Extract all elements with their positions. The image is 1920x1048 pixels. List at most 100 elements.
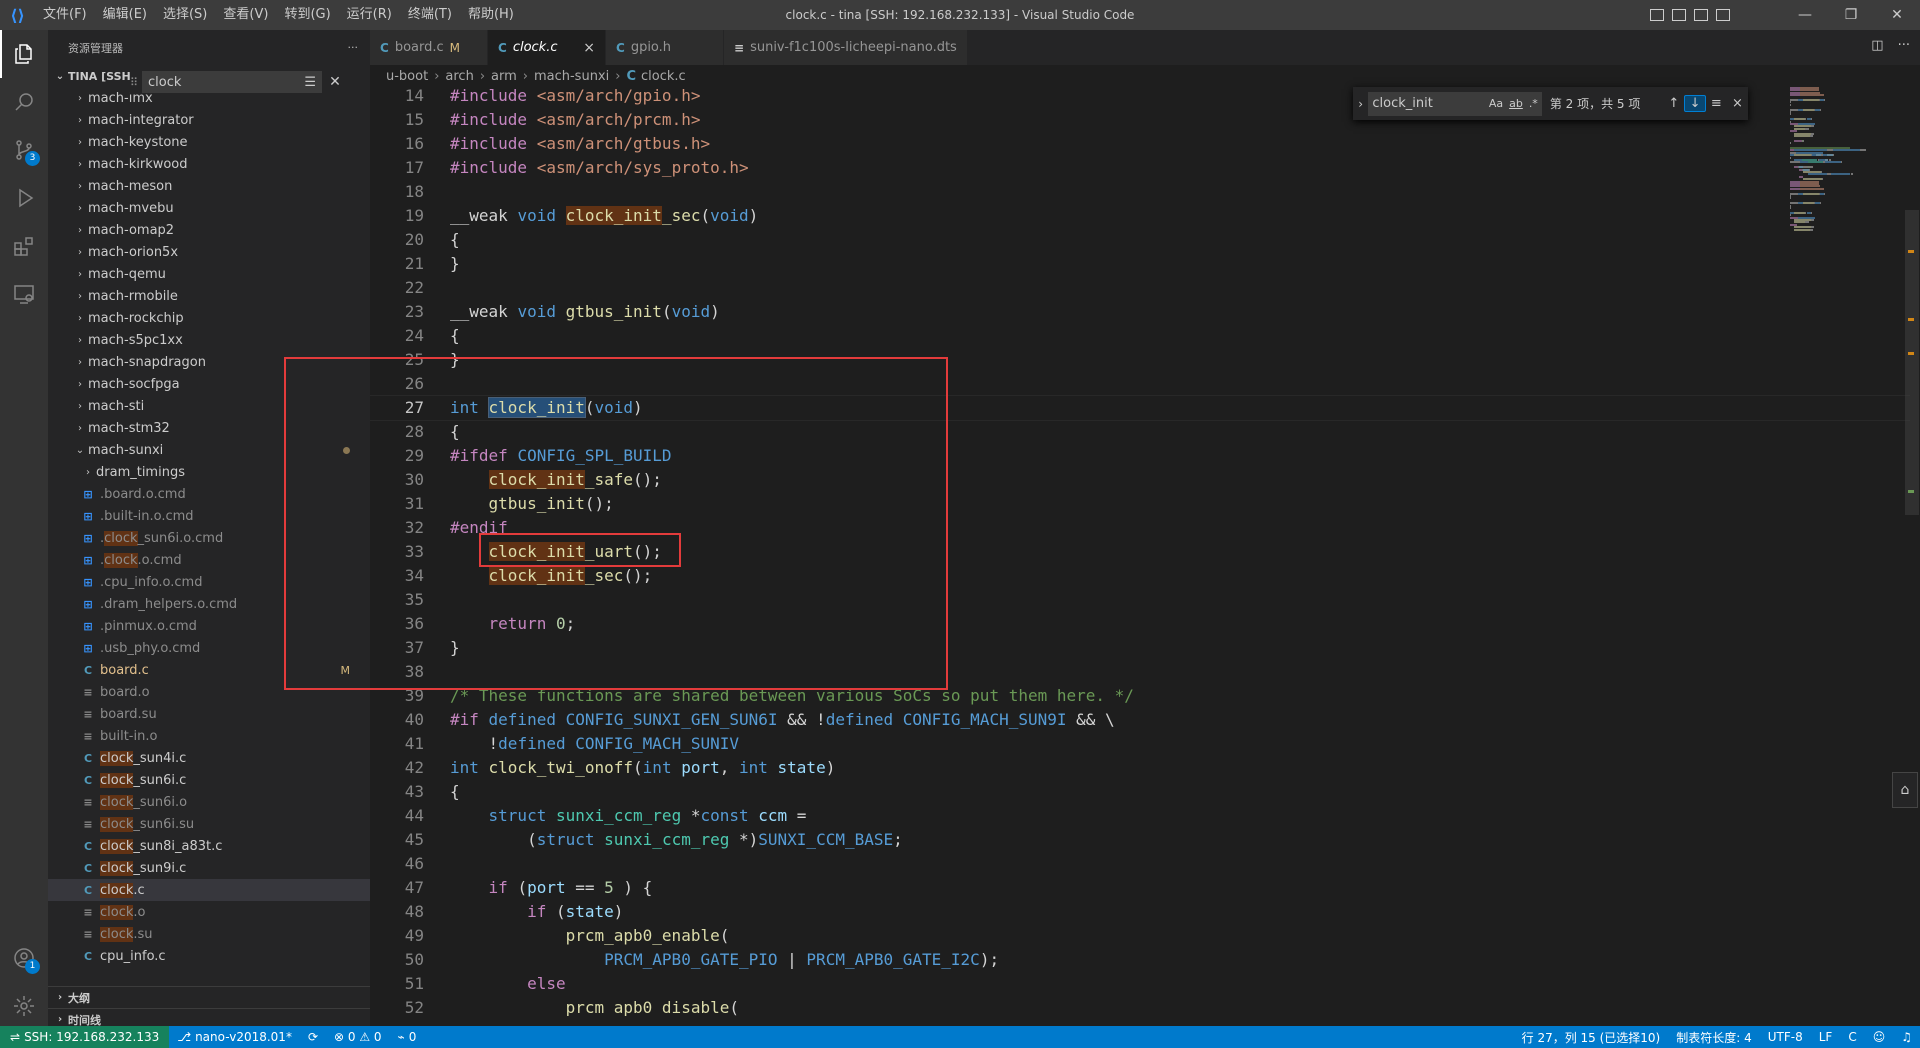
breadcrumb-item[interactable]: clock.c xyxy=(641,69,686,84)
tree-item[interactable]: › mach-orion5x xyxy=(48,241,370,263)
tree-item[interactable]: › mach-mvebu xyxy=(48,197,370,219)
match-case-icon[interactable]: Aa xyxy=(1489,97,1503,110)
tree-item[interactable]: Cclock_sun4i.c xyxy=(48,747,370,769)
tree-item[interactable]: Cboard.c M xyxy=(48,659,370,681)
toggle-panel-icon[interactable] xyxy=(1672,9,1686,21)
filter-mode-icon[interactable]: ☰ xyxy=(304,75,316,90)
vertical-scrollbar[interactable] xyxy=(1905,210,1919,515)
close-find-icon[interactable]: × xyxy=(1727,96,1748,111)
breadcrumb-item[interactable]: arch xyxy=(445,69,473,84)
extensions-icon[interactable] xyxy=(0,222,48,270)
menu-item[interactable]: 选择(S) xyxy=(155,0,215,30)
tree-item[interactable]: ⊞ .dram_helpers.o.cmd xyxy=(48,593,370,615)
toggle-secondary-sidebar-icon[interactable] xyxy=(1694,9,1708,21)
problems-indicator[interactable]: ⊗ 0 ⚠ 0 xyxy=(326,1030,390,1044)
tree-item[interactable]: ≡ clock_sun6i.su xyxy=(48,813,370,835)
indentation[interactable]: 制表符长度: 4 xyxy=(1668,1029,1760,1046)
editor-tab[interactable]: Cclock.c × xyxy=(488,30,606,65)
accounts-icon[interactable]: 1 xyxy=(0,934,48,982)
minimap[interactable] xyxy=(1790,87,1910,232)
breadcrumb-item[interactable]: u-boot xyxy=(386,69,428,84)
tree-item[interactable]: ⊞ .board.o.cmd xyxy=(48,483,370,505)
tree-item[interactable]: › mach-keystone xyxy=(48,131,370,153)
tree-item[interactable]: › mach-socfpga xyxy=(48,373,370,395)
toggle-replace-icon[interactable]: › xyxy=(1353,97,1368,111)
sync-icon[interactable]: ⟳ xyxy=(300,1030,326,1044)
restore-button[interactable]: ❐ xyxy=(1828,0,1874,30)
tree-item[interactable]: Cclock_sun8i_a83t.c xyxy=(48,835,370,857)
code-editor[interactable]: 14 #include <asm/arch/gpio.h> 15 #include <… xyxy=(370,84,1910,1016)
remote-explorer-icon[interactable] xyxy=(0,270,48,318)
outline-section[interactable]: › 大纲 xyxy=(48,986,370,1008)
tree-item[interactable]: ≡ clock.su xyxy=(48,923,370,945)
customize-layout-icon[interactable] xyxy=(1716,9,1730,21)
editor-tab[interactable]: Cboard.c M xyxy=(370,30,488,65)
previous-match-icon[interactable]: ↑ xyxy=(1663,96,1684,111)
split-editor-icon[interactable]: ◫ xyxy=(1871,38,1883,53)
tree-item[interactable]: › mach-rockchip xyxy=(48,307,370,329)
tree-item[interactable]: › dram_timings xyxy=(48,461,370,483)
tree-item[interactable]: › mach-qemu xyxy=(48,263,370,285)
search-icon[interactable] xyxy=(0,78,48,126)
editor-tab[interactable]: Cgpio.h xyxy=(606,30,724,65)
run-debug-icon[interactable] xyxy=(0,174,48,222)
editor-tab[interactable]: ≡ suniv-f1c100s-licheepi-nano.dts xyxy=(724,30,968,65)
tree-item[interactable]: Cclock_sun9i.c xyxy=(48,857,370,879)
tree-item[interactable]: ⌄ mach-sunxi xyxy=(48,439,370,461)
feedback-icon[interactable]: ☺ xyxy=(1865,1029,1894,1046)
tree-item[interactable]: › mach-meson xyxy=(48,175,370,197)
use-regex-icon[interactable]: .* xyxy=(1529,97,1538,110)
explorer-icon[interactable] xyxy=(0,30,48,78)
tree-item[interactable]: ≡ clock.o xyxy=(48,901,370,923)
tree-item[interactable]: ⊞ .clock.o.cmd xyxy=(48,549,370,571)
tree-item[interactable]: Ccpu_info.c xyxy=(48,945,370,967)
explorer-more-actions-icon[interactable]: ··· xyxy=(348,41,359,54)
find-input[interactable]: clock_init Aa ab .* xyxy=(1368,91,1542,116)
tree-item[interactable]: › mach-s5pc1xx xyxy=(48,329,370,351)
remote-indicator[interactable]: ⇌ SSH: 192.168.232.133 xyxy=(0,1026,170,1048)
tree-item[interactable]: › mach-sti xyxy=(48,395,370,417)
settings-gear-icon[interactable] xyxy=(0,982,48,1030)
tree-item[interactable]: ≡ board.su xyxy=(48,703,370,725)
menu-item[interactable]: 终端(T) xyxy=(400,0,460,30)
drag-grip-icon[interactable]: ⠿ xyxy=(130,76,142,89)
menu-item[interactable]: 文件(F) xyxy=(35,0,95,30)
match-whole-word-icon[interactable]: ab xyxy=(1509,97,1523,110)
breadcrumb-item[interactable]: arm xyxy=(491,69,517,84)
toggle-sidebar-icon[interactable] xyxy=(1650,9,1664,21)
tree-item[interactable]: ≡ clock_sun6i.o xyxy=(48,791,370,813)
tree-item[interactable]: ⊞ .cpu_info.o.cmd xyxy=(48,571,370,593)
tree-item[interactable]: › mach-stm32 xyxy=(48,417,370,439)
filter-input[interactable]: clock ☰ xyxy=(142,71,322,93)
tree-item[interactable]: ≡ built-in.o xyxy=(48,725,370,747)
menu-item[interactable]: 转到(G) xyxy=(276,0,338,30)
close-filter-icon[interactable]: ✕ xyxy=(322,74,348,90)
tree-item[interactable]: ⊞ .pinmux.o.cmd xyxy=(48,615,370,637)
cursor-position[interactable]: 行 27，列 15 (已选择10) xyxy=(1514,1029,1669,1046)
ports-indicator[interactable]: ⌁ 0 xyxy=(390,1030,425,1044)
menu-item[interactable]: 帮助(H) xyxy=(460,0,522,30)
menu-item[interactable]: 运行(R) xyxy=(339,0,400,30)
find-in-selection-icon[interactable]: ≡ xyxy=(1706,96,1727,111)
menu-item[interactable]: 编辑(E) xyxy=(95,0,155,30)
tree-item[interactable]: › mach-snapdragon xyxy=(48,351,370,373)
tree-item[interactable]: Cclock_sun6i.c xyxy=(48,769,370,791)
tree-item[interactable]: Cclock.c xyxy=(48,879,370,901)
tree-item[interactable]: › mach-rmobile xyxy=(48,285,370,307)
next-match-icon[interactable]: ↓ xyxy=(1684,95,1706,112)
notifications-bell-icon[interactable]: ♫ xyxy=(1893,1029,1920,1046)
tree-item[interactable]: ⊞ .usb_phy.o.cmd xyxy=(48,637,370,659)
tree-item[interactable]: › mach-kirkwood xyxy=(48,153,370,175)
tree-item[interactable]: ⊞ .clock_sun6i.o.cmd xyxy=(48,527,370,549)
tree-item[interactable]: ⊞ .built-in.o.cmd xyxy=(48,505,370,527)
end-of-line[interactable]: LF xyxy=(1811,1029,1841,1046)
more-actions-icon[interactable]: ··· xyxy=(1898,38,1910,53)
close-window-button[interactable]: ✕ xyxy=(1874,0,1920,30)
breadcrumb-item[interactable]: mach-sunxi xyxy=(534,69,609,84)
source-control-icon[interactable]: 3 xyxy=(0,126,48,174)
tree-item[interactable]: › mach-integrator xyxy=(48,109,370,131)
copilot-icon[interactable]: ⌂ xyxy=(1892,772,1918,808)
branch-indicator[interactable]: ⎇ nano-v2018.01* xyxy=(169,1030,300,1044)
tree-item[interactable]: ≡ board.o xyxy=(48,681,370,703)
menu-item[interactable]: 查看(V) xyxy=(215,0,276,30)
